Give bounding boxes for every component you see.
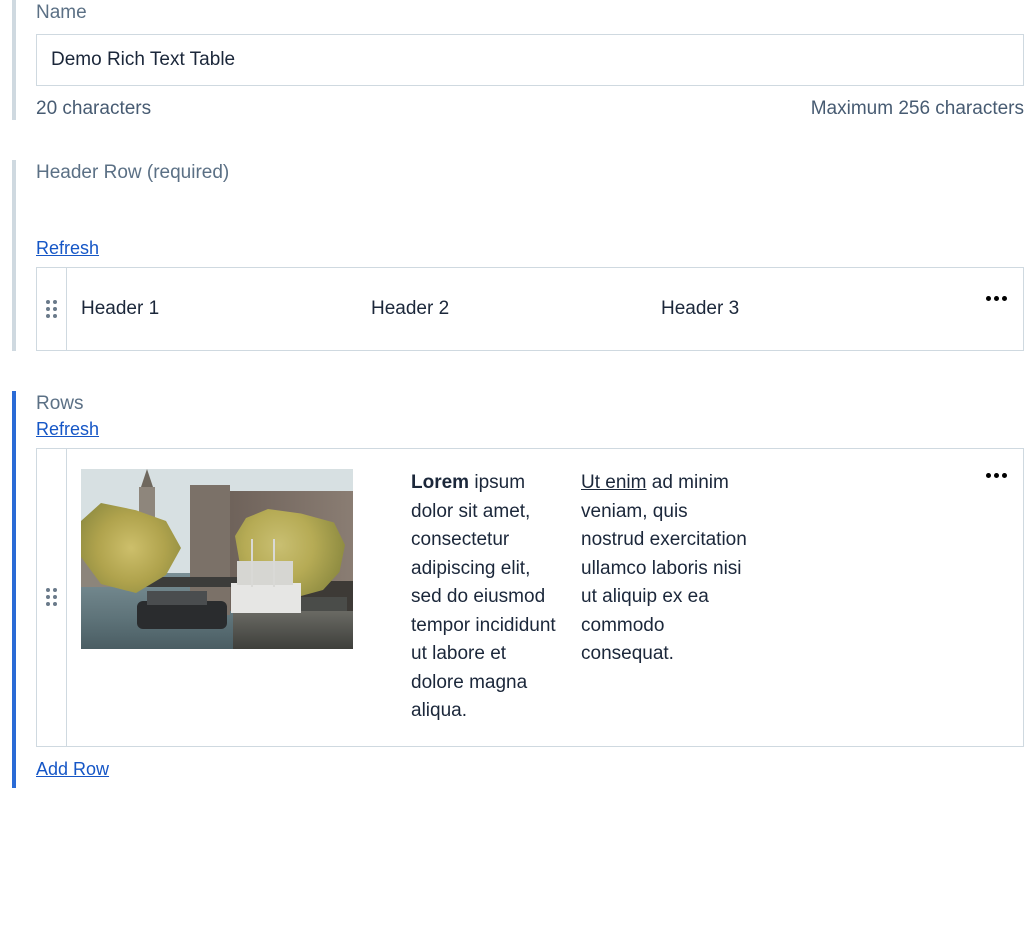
name-label: Name — [36, 0, 1024, 24]
header-cell-3[interactable]: Header 3 — [661, 292, 951, 326]
rows-refresh-link[interactable]: Refresh — [36, 419, 99, 440]
header-refresh-link[interactable]: Refresh — [36, 238, 99, 259]
row1-col2-rest: ipsum dolor sit amet, consectetur adipis… — [411, 472, 556, 721]
canal-photo-placeholder — [81, 469, 353, 649]
rows-field-block: Rows Refresh — [12, 391, 1024, 788]
header-row-field-block: Header Row (required) Refresh Header 1 H… — [12, 160, 1024, 351]
header-row-card: Header 1 Header 2 Header 3 — [36, 267, 1024, 351]
row1-col3-underline: Ut enim — [581, 472, 646, 493]
char-count-text: 20 characters — [36, 98, 151, 120]
drag-handle-icon[interactable] — [46, 588, 57, 606]
header-row-label: Header Row (required) — [36, 160, 1024, 184]
row1-cell-3[interactable]: Ut enim ad minim veniam, quis nostrud ex… — [581, 469, 771, 669]
name-input[interactable] — [36, 34, 1024, 86]
row1-cell-2[interactable]: Lorem ipsum dolor sit amet, consectetur … — [411, 469, 581, 726]
row1-col3-rest: ad minim veniam, quis nostrud exercitati… — [581, 472, 747, 664]
header-cell-1[interactable]: Header 1 — [81, 292, 371, 326]
max-chars-text: Maximum 256 characters — [811, 98, 1024, 120]
more-actions-icon[interactable] — [986, 469, 1007, 478]
name-field-block: Name 20 characters Maximum 256 character… — [12, 0, 1024, 120]
row1-cell-image[interactable] — [81, 469, 411, 649]
header-cell-2[interactable]: Header 2 — [371, 292, 661, 326]
rows-label: Rows — [36, 391, 1024, 415]
row1-col2-bold: Lorem — [411, 472, 469, 493]
drag-handle-icon[interactable] — [46, 300, 57, 318]
table-row: Lorem ipsum dolor sit amet, consectetur … — [36, 448, 1024, 747]
add-row-link[interactable]: Add Row — [36, 759, 109, 780]
more-actions-icon[interactable] — [986, 292, 1007, 301]
